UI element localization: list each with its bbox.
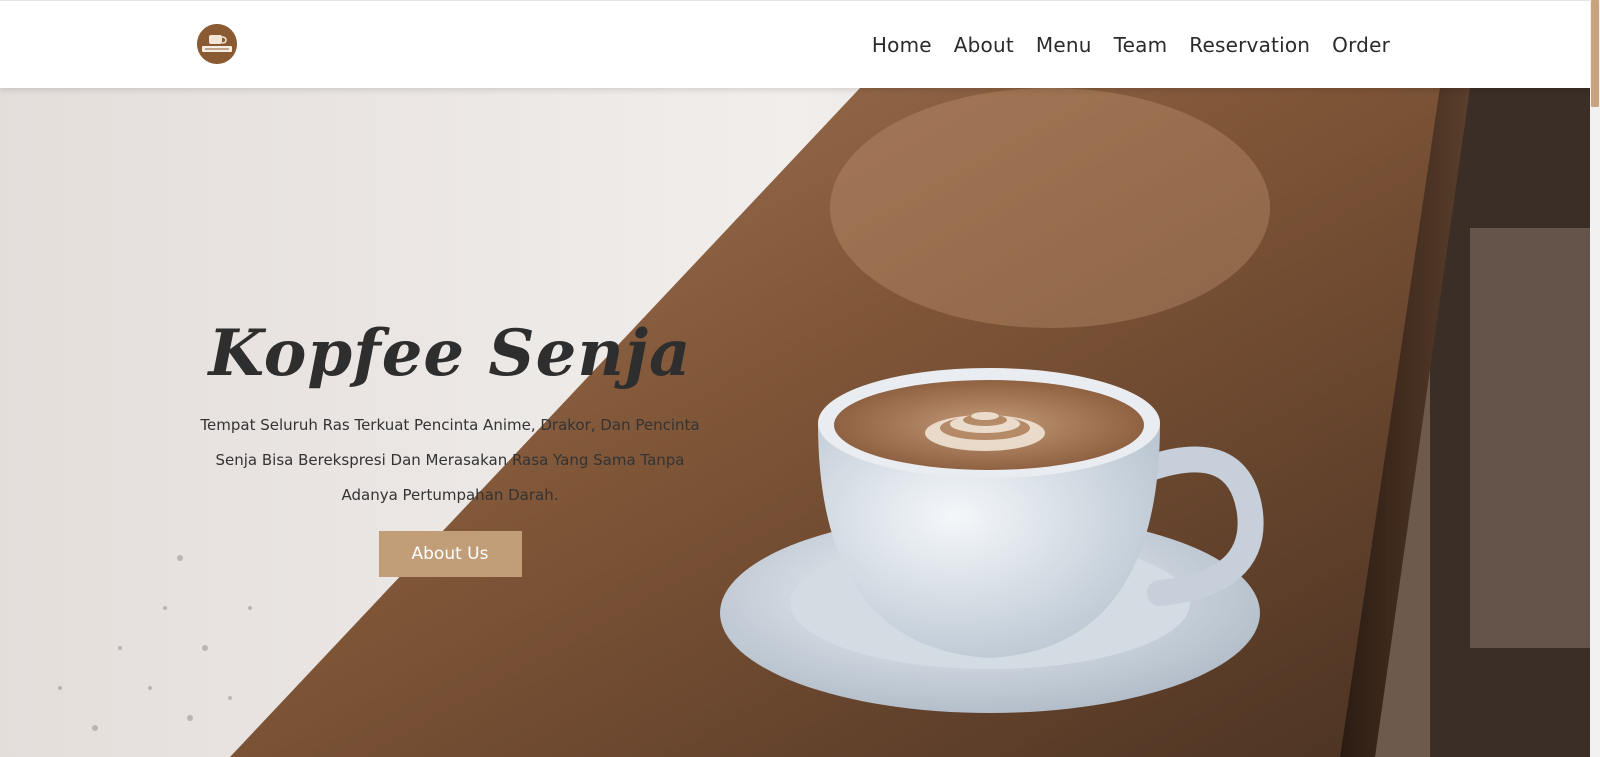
nav-order[interactable]: Order <box>1332 33 1390 57</box>
navbar: Home About Menu Team Reservation Order <box>0 0 1590 88</box>
coffee-cup-logo-icon <box>197 24 237 64</box>
nav-home[interactable]: Home <box>872 33 932 57</box>
hero-title: Kopfee Senja <box>208 316 692 391</box>
hero-content: Kopfee Senja Tempat Seluruh Ras Terkuat … <box>190 318 710 577</box>
brand-logo[interactable] <box>197 24 237 64</box>
nav-menu[interactable]: Menu <box>1036 33 1092 57</box>
nav-about[interactable]: About <box>954 33 1014 57</box>
hero-description: Tempat Seluruh Ras Terkuat Pencinta Anim… <box>200 416 700 504</box>
nav-reservation[interactable]: Reservation <box>1189 33 1310 57</box>
page-scrollbar[interactable] <box>1590 0 1600 757</box>
nav-links: Home About Menu Team Reservation Order <box>872 1 1390 89</box>
nav-team[interactable]: Team <box>1114 33 1168 57</box>
about-us-button[interactable]: About Us <box>378 531 522 577</box>
scrollbar-thumb[interactable] <box>1591 0 1599 107</box>
hero-section: Kopfee Senja Tempat Seluruh Ras Terkuat … <box>0 88 1590 757</box>
